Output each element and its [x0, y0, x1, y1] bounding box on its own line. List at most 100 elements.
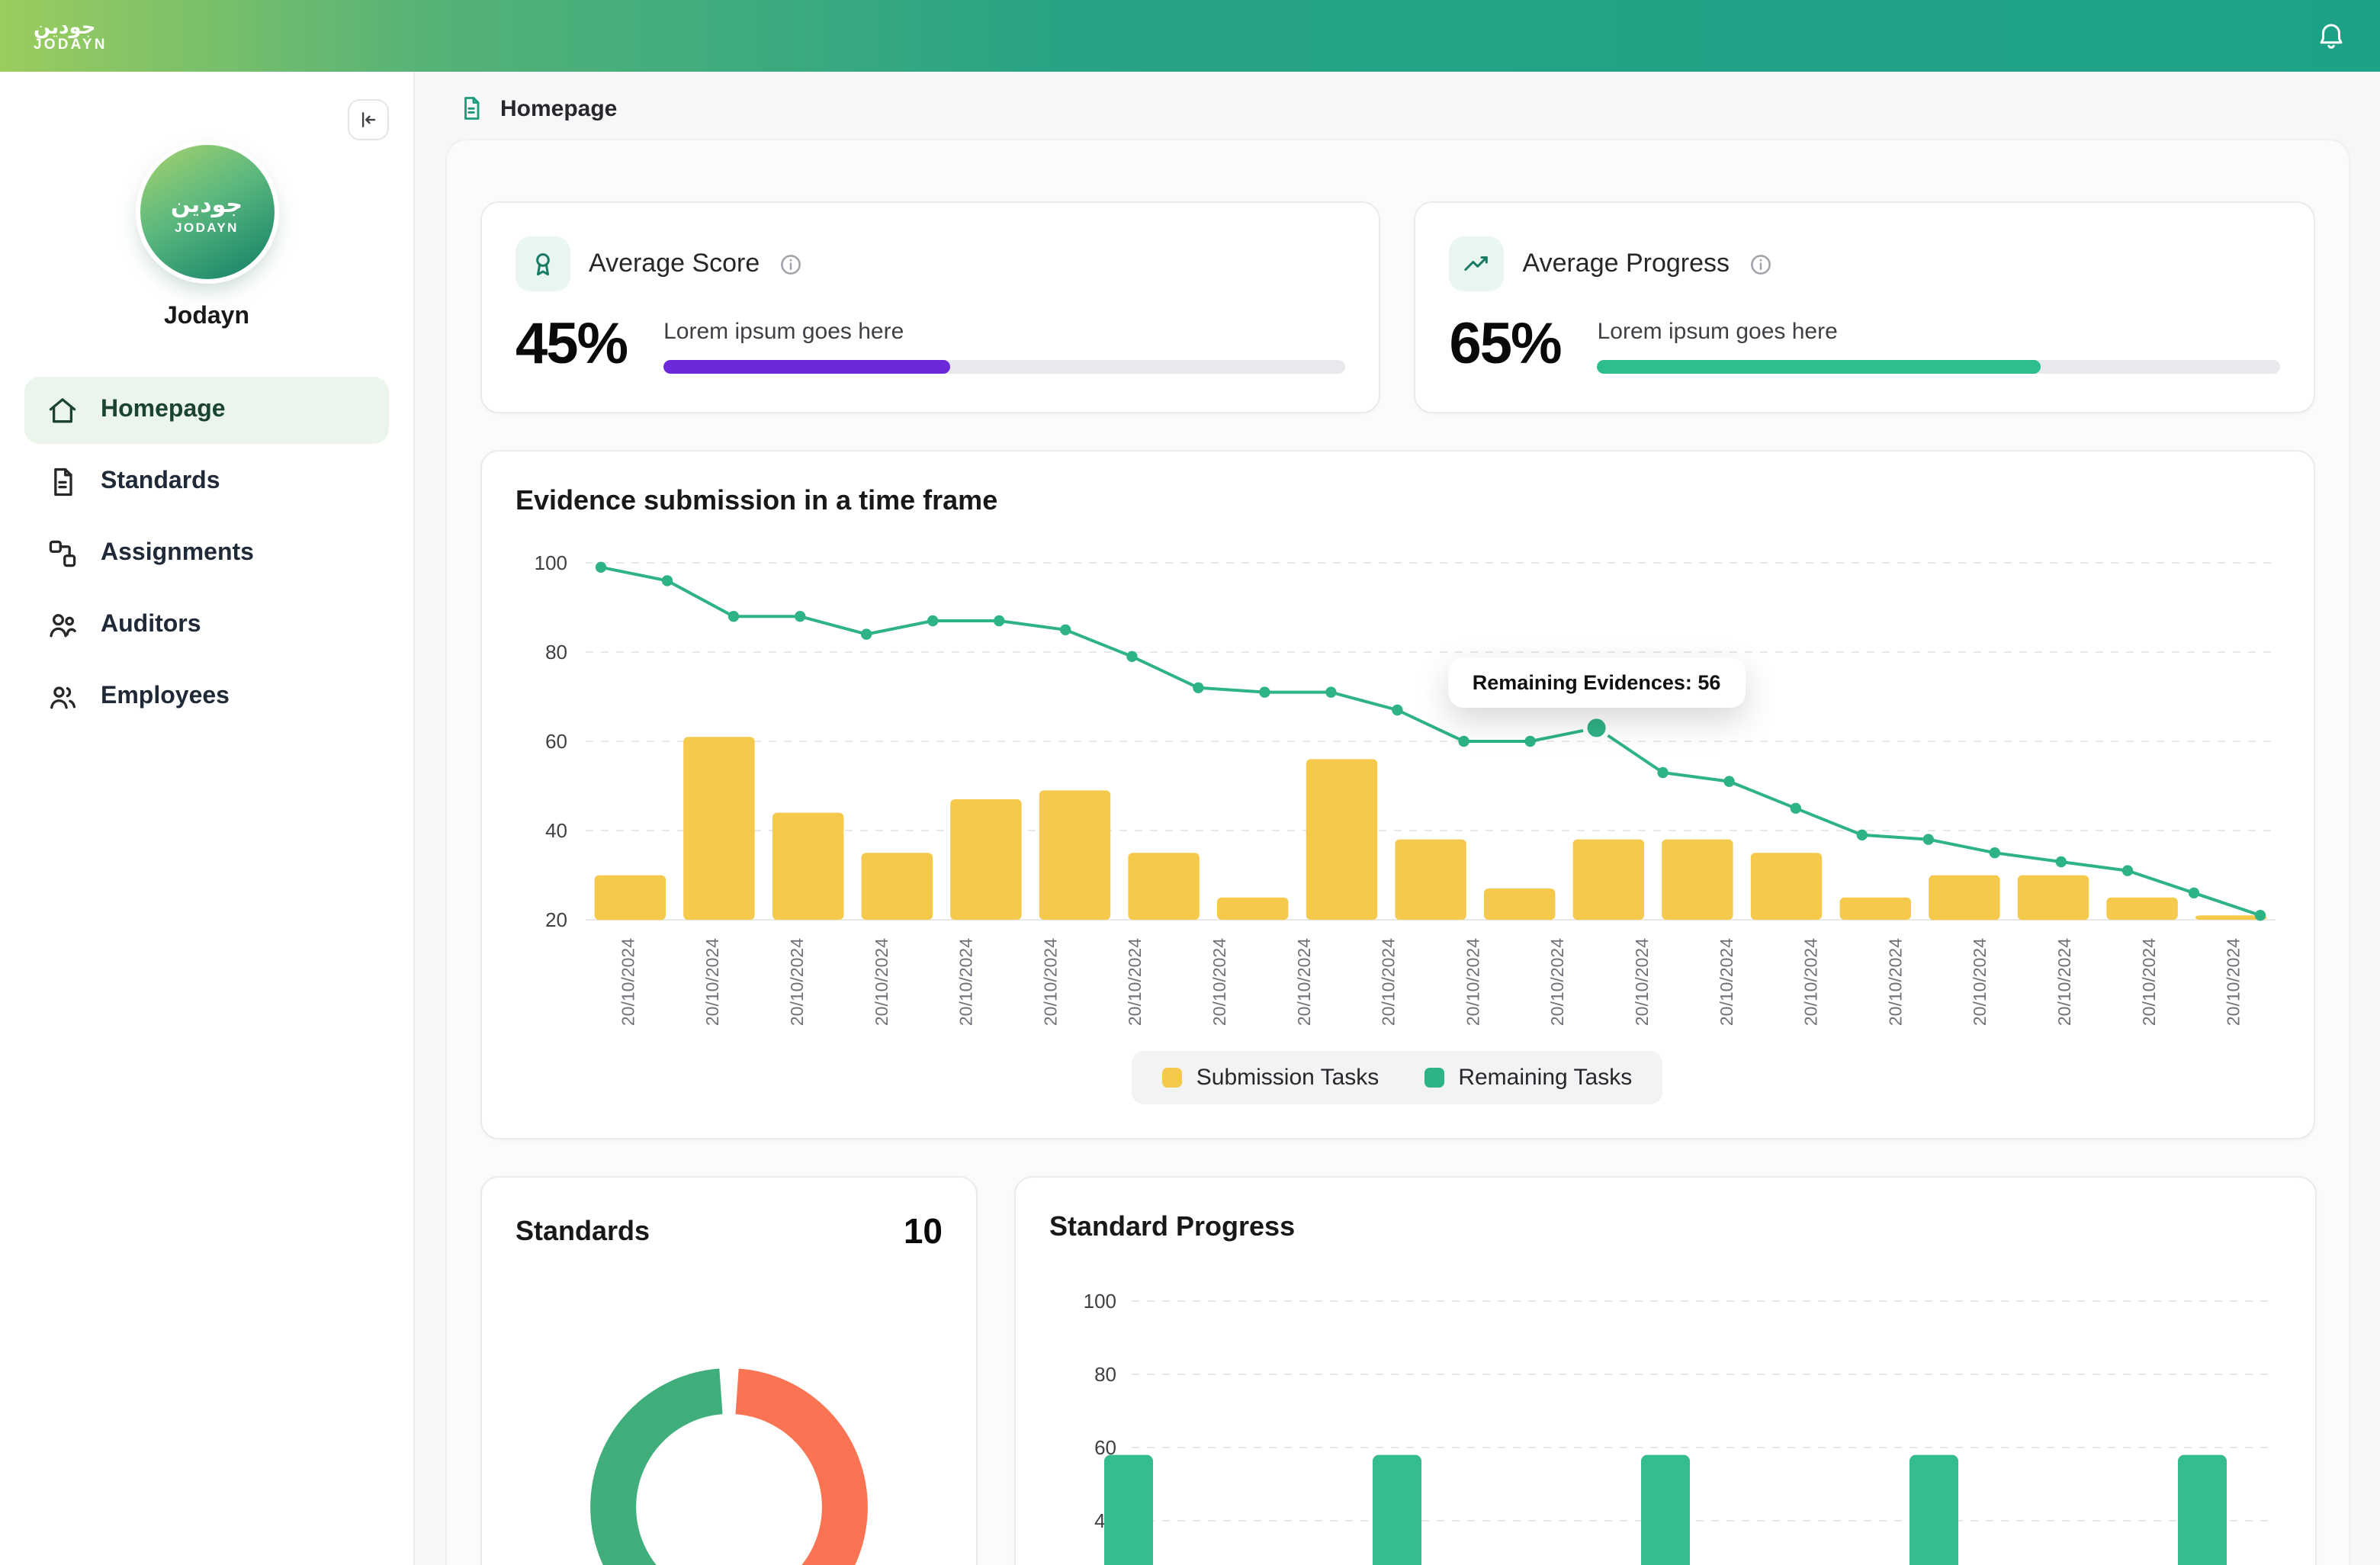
trending-up-icon — [1450, 236, 1505, 291]
svg-text:20/10/2024: 20/10/2024 — [1547, 938, 1567, 1026]
sidebar-item-auditors[interactable]: Auditors — [24, 592, 389, 659]
standard-progress-title: Standard Progress — [1049, 1211, 2282, 1243]
sidebar-item-standards[interactable]: Standards — [24, 448, 389, 516]
svg-text:40: 40 — [545, 819, 567, 842]
sidebar-item-label: Standards — [101, 468, 220, 496]
user-group-icon — [46, 680, 79, 714]
average-score-value: 45% — [516, 313, 627, 378]
content-panel: Average Score 45% Lorem ipsum goes here — [445, 139, 2349, 1565]
svg-text:20/10/2024: 20/10/2024 — [1801, 938, 1821, 1026]
legend-swatch-green — [1424, 1068, 1444, 1088]
sidebar-item-label: Employees — [101, 683, 230, 711]
legend-label: Remaining Tasks — [1458, 1065, 1632, 1091]
average-score-header: Average Score — [516, 236, 1346, 291]
score-progress-fill — [663, 359, 950, 373]
home-icon — [46, 394, 79, 427]
medal-icon — [516, 236, 570, 291]
standards-donut-chart[interactable] — [516, 1338, 943, 1565]
score-progress-track — [663, 359, 1345, 373]
average-score-caption: Lorem ipsum goes here — [663, 318, 1345, 344]
legend-submission-tasks[interactable]: Submission Tasks — [1163, 1065, 1380, 1091]
evidence-chart-title: Evidence submission in a time frame — [516, 485, 2279, 517]
average-progress-body: 65% Lorem ipsum goes here — [1450, 313, 2280, 378]
avatar-arabic-text: جودين — [171, 190, 242, 217]
info-icon[interactable] — [1748, 251, 1774, 277]
svg-text:80: 80 — [1094, 1363, 1116, 1386]
svg-text:20/10/2024: 20/10/2024 — [1294, 938, 1314, 1026]
progress-progress-track — [1598, 359, 2279, 373]
app-shell: جودين JODAYN Jodayn Homepage — [0, 72, 2380, 1565]
collapse-left-icon — [357, 108, 380, 131]
average-progress-header: Average Progress — [1450, 236, 2280, 291]
average-progress-title: Average Progress — [1523, 249, 1730, 279]
avatar-latin-text: JODAYN — [175, 219, 239, 234]
svg-text:20/10/2024: 20/10/2024 — [1885, 938, 1905, 1026]
brand-logo: جودين JODAYN — [34, 17, 108, 54]
svg-text:20/10/2024: 20/10/2024 — [2054, 938, 2074, 1026]
brand-logo-arabic: جودين — [34, 17, 108, 39]
svg-text:20/10/2024: 20/10/2024 — [956, 938, 976, 1026]
svg-text:20/10/2024: 20/10/2024 — [1970, 938, 1990, 1026]
standards-total: 10 — [904, 1211, 943, 1252]
legend-label: Submission Tasks — [1196, 1065, 1380, 1091]
notifications-button[interactable] — [2314, 20, 2346, 52]
svg-text:20/10/2024: 20/10/2024 — [2224, 938, 2243, 1026]
info-icon[interactable] — [778, 251, 804, 277]
topbar: جودين JODAYN — [0, 0, 2380, 72]
svg-text:20/10/2024: 20/10/2024 — [1717, 938, 1736, 1026]
svg-text:20/10/2024: 20/10/2024 — [1463, 938, 1482, 1026]
svg-text:80: 80 — [545, 641, 567, 664]
sidebar-item-label: Auditors — [101, 612, 201, 639]
svg-text:20/10/2024: 20/10/2024 — [1125, 938, 1145, 1026]
average-score-card: Average Score 45% Lorem ipsum goes here — [480, 201, 1381, 413]
svg-text:100: 100 — [535, 551, 567, 574]
average-progress-value: 65% — [1450, 313, 1561, 378]
svg-text:20/10/2024: 20/10/2024 — [1209, 938, 1229, 1026]
sidebar-item-assignments[interactable]: Assignments — [24, 520, 389, 587]
users-icon — [46, 609, 79, 642]
average-progress-card: Average Progress 65% Lorem ipsum goes he… — [1415, 201, 2315, 413]
standards-card: Standards 10 — [480, 1176, 978, 1565]
evidence-chart[interactable]: Remaining Evidences: 56 2040608010020/10… — [516, 538, 2279, 1045]
legend-swatch-yellow — [1163, 1068, 1183, 1088]
average-score-body: 45% Lorem ipsum goes here — [516, 313, 1346, 378]
brand-logo-latin: JODAYN — [34, 39, 108, 55]
standard-progress-chart[interactable]: 100806040 — [1049, 1265, 2282, 1565]
svg-text:100: 100 — [1084, 1290, 1116, 1313]
svg-text:20/10/2024: 20/10/2024 — [702, 938, 722, 1026]
sidebar-item-homepage[interactable]: Homepage — [24, 377, 389, 444]
stats-row: Average Score 45% Lorem ipsum goes here — [480, 201, 2314, 413]
svg-text:20/10/2024: 20/10/2024 — [1632, 938, 1652, 1026]
bell-icon — [2314, 20, 2346, 52]
user-name: Jodayn — [0, 304, 413, 331]
svg-text:20/10/2024: 20/10/2024 — [1379, 938, 1399, 1026]
average-progress-caption: Lorem ipsum goes here — [1598, 318, 2279, 344]
average-score-title: Average Score — [589, 249, 760, 279]
progress-progress-fill — [1598, 359, 2041, 373]
sidebar-item-label: Homepage — [101, 397, 226, 424]
workflow-icon — [46, 537, 79, 570]
svg-text:20/10/2024: 20/10/2024 — [1040, 938, 1060, 1026]
svg-text:20/10/2024: 20/10/2024 — [787, 938, 807, 1026]
sidebar-item-employees[interactable]: Employees — [24, 664, 389, 731]
chart-legend: Submission Tasks Remaining Tasks — [516, 1051, 2279, 1104]
avatar: جودين JODAYN — [140, 145, 274, 279]
svg-text:20/10/2024: 20/10/2024 — [618, 938, 638, 1026]
sidebar-item-label: Assignments — [101, 540, 254, 567]
svg-text:20/10/2024: 20/10/2024 — [872, 938, 891, 1026]
main-content: Homepage Average Score — [415, 72, 2380, 1565]
svg-text:20/10/2024: 20/10/2024 — [2139, 938, 2159, 1026]
legend-remaining-tasks[interactable]: Remaining Tasks — [1424, 1065, 1632, 1091]
evidence-chart-card: Evidence submission in a time frame Rema… — [480, 450, 2314, 1139]
breadcrumb-label: Homepage — [500, 95, 617, 121]
bottom-row: Standards 10 Standard Progress 100806040 — [480, 1176, 2314, 1565]
standards-title: Standards — [516, 1216, 650, 1248]
app-root: جودين JODAYN جودين — [0, 0, 2380, 1565]
breadcrumb: Homepage — [445, 90, 2349, 139]
document-icon — [46, 465, 79, 499]
sidebar: جودين JODAYN Jodayn Homepage — [0, 72, 415, 1565]
sidebar-nav: Homepage Standards — [0, 377, 413, 731]
svg-text:60: 60 — [545, 730, 567, 753]
sidebar-collapse-button[interactable] — [348, 99, 389, 140]
standard-progress-card: Standard Progress 100806040 — [1014, 1176, 2317, 1565]
